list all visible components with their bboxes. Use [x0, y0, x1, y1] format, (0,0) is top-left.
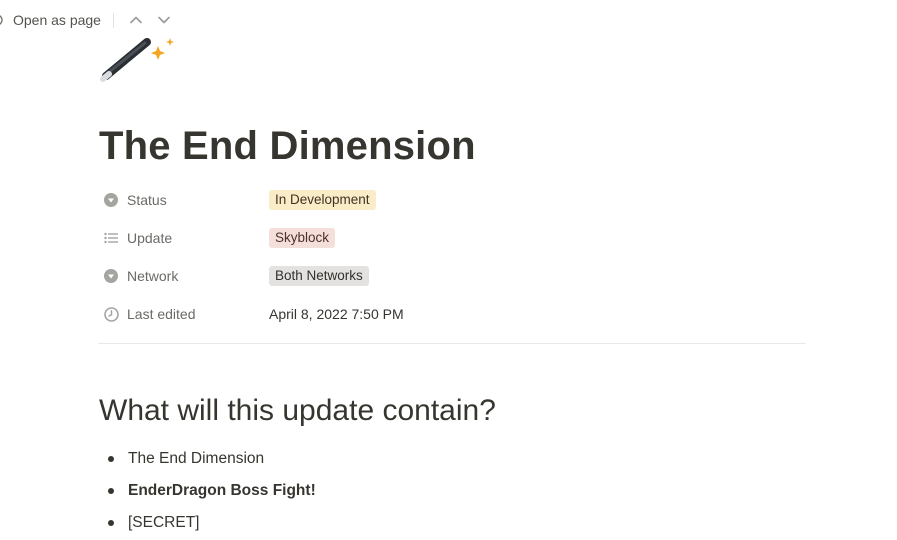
property-label-text: Network [127, 268, 179, 284]
property-label-text: Last edited [127, 306, 196, 322]
properties-list: Status In Development Update Skyblock Ne… [98, 181, 806, 333]
property-label-last-edited[interactable]: Last edited [98, 306, 269, 322]
clock-icon [103, 306, 119, 322]
select-icon [103, 192, 119, 208]
bullet-list: The End Dimension EnderDragon Boss Fight… [104, 443, 316, 539]
divider [112, 12, 114, 28]
select-icon [103, 268, 119, 284]
open-as-page-label: Open as page [13, 12, 101, 28]
status-tag: In Development [269, 190, 376, 210]
network-tag: Both Networks [269, 266, 369, 286]
last-edited-value: April 8, 2022 7:50 PM [269, 306, 404, 322]
property-label-update[interactable]: Update [98, 230, 269, 246]
list-item-text: [SECRET] [128, 514, 200, 531]
property-value-update[interactable]: Skyblock [269, 228, 336, 248]
bullet-icon [108, 456, 114, 462]
bullet-icon [108, 520, 114, 526]
property-value-network[interactable]: Both Networks [269, 266, 369, 286]
list-item[interactable]: EnderDragon Boss Fight! [104, 475, 316, 507]
property-network: Network Both Networks [98, 257, 806, 295]
next-page-button[interactable] [154, 10, 174, 30]
list-item[interactable]: The End Dimension [104, 443, 316, 475]
previous-page-button[interactable] [126, 10, 146, 30]
property-update: Update Skyblock [98, 219, 806, 257]
properties-divider [98, 343, 806, 344]
property-value-last-edited: April 8, 2022 7:50 PM [269, 306, 404, 322]
list-item[interactable]: [SECRET] [104, 507, 316, 539]
top-bar: Open as page [0, 8, 182, 32]
property-label-text: Status [127, 192, 167, 208]
property-last-edited: Last edited April 8, 2022 7:50 PM [98, 295, 806, 333]
update-tag: Skyblock [269, 228, 336, 248]
property-status: Status In Development [98, 181, 806, 219]
page: Open as page The End Dimension Status In… [0, 0, 897, 540]
property-value-status[interactable]: In Development [269, 190, 376, 210]
bullet-icon [108, 488, 114, 494]
section-heading[interactable]: What will this update contain? [99, 394, 496, 428]
list-icon [103, 230, 119, 246]
property-label-status[interactable]: Status [98, 192, 269, 208]
list-item-text: The End Dimension [128, 450, 265, 467]
chevron-down-icon [158, 16, 170, 24]
magic-wand-icon[interactable] [100, 38, 176, 84]
property-label-text: Update [127, 230, 173, 246]
property-label-network[interactable]: Network [98, 268, 269, 284]
list-item-text: EnderDragon Boss Fight! [128, 482, 316, 499]
chevron-up-icon [130, 16, 142, 24]
page-title[interactable]: The End Dimension [99, 124, 476, 169]
open-page-icon [0, 15, 3, 25]
open-as-page-button[interactable]: Open as page [0, 12, 101, 28]
